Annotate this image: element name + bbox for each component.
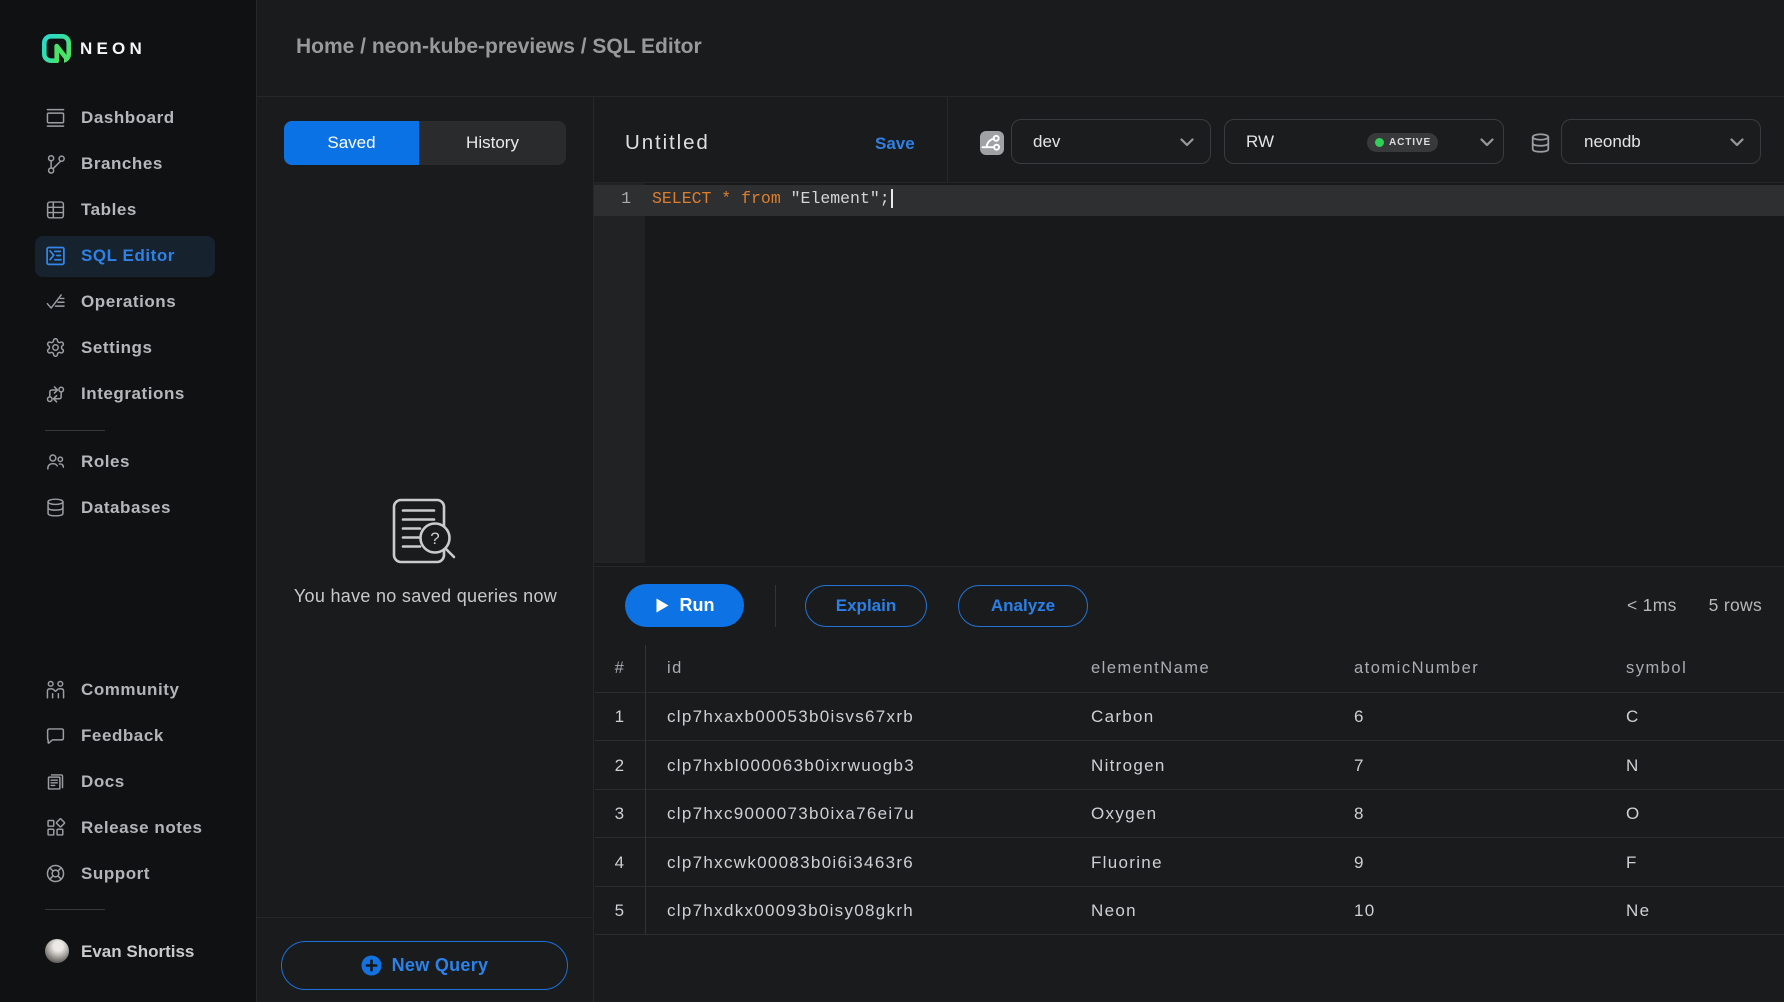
svg-text:?: ?	[430, 529, 439, 548]
